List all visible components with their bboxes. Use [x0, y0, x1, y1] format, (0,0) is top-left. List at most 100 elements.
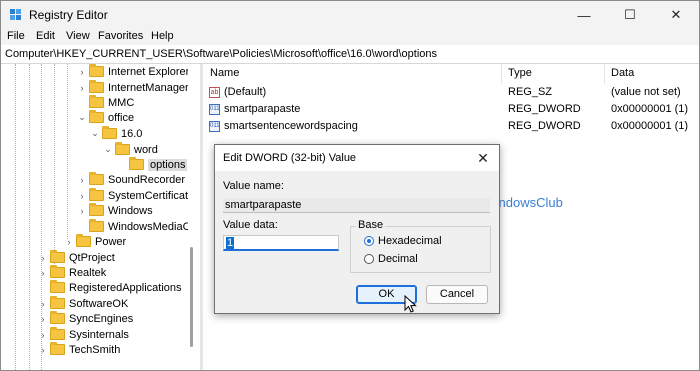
folder-icon: [89, 219, 104, 232]
value-type: REG_DWORD: [508, 120, 581, 132]
chevron-down-icon[interactable]: ⌄: [90, 128, 100, 139]
tree-item-label: MMC: [108, 96, 135, 109]
chevron-down-icon[interactable]: ⌄: [103, 144, 113, 155]
tree-item-syncengines[interactable]: › SyncEngines: [38, 311, 133, 326]
value-name-field[interactable]: smartparapaste: [223, 198, 490, 213]
value-row-default[interactable]: ab (Default) REG_SZ (value not set): [204, 85, 699, 101]
tree-guide-line: [29, 64, 30, 370]
column-header-name[interactable]: Name: [210, 67, 239, 79]
address-path[interactable]: Computer\HKEY_CURRENT_USER\Software\Poli…: [5, 48, 437, 60]
tree-item-techsmith[interactable]: › TechSmith: [38, 342, 120, 357]
column-divider[interactable]: [501, 64, 502, 84]
tree-item-power[interactable]: › Power: [64, 234, 126, 249]
chevron-right-icon[interactable]: ›: [38, 314, 48, 324]
radio-hexadecimal-label: Hexadecimal: [378, 235, 442, 247]
folder-icon: [89, 95, 104, 108]
tree-item-label: Internet Explorer: [108, 65, 190, 78]
folder-icon: [50, 327, 65, 340]
value-data: 0x00000001 (1): [611, 120, 689, 132]
tree-item-label: RegisteredApplications: [69, 281, 182, 294]
chevron-right-icon[interactable]: ›: [77, 83, 87, 93]
value-row-smartsentencewordspacing[interactable]: 011 smartsentencewordspacing REG_DWORD 0…: [204, 119, 699, 135]
chevron-right-icon[interactable]: ›: [77, 206, 87, 216]
tree-item-label: options: [148, 158, 188, 171]
menu-bar: File Edit View Favorites Help: [1, 29, 699, 45]
folder-icon: [89, 203, 104, 216]
registry-tree: › Internet Explorer › InternetManager MM…: [1, 64, 198, 370]
chevron-right-icon[interactable]: ›: [38, 345, 48, 355]
menu-file[interactable]: File: [7, 30, 25, 42]
dialog-title-bar: Edit DWORD (32-bit) Value ✕: [215, 145, 499, 171]
chevron-right-icon[interactable]: ›: [38, 299, 48, 309]
radio-selected-icon[interactable]: [364, 236, 374, 246]
chevron-down-icon[interactable]: ⌄: [77, 112, 87, 123]
tree-item-label: office: [108, 111, 135, 124]
radio-decimal[interactable]: Decimal: [364, 252, 418, 266]
column-header-data[interactable]: Data: [611, 67, 634, 79]
value-data: (value not set): [611, 86, 681, 98]
chevron-right-icon[interactable]: ›: [77, 175, 87, 185]
tree-item-systemcertificates[interactable]: › SystemCertificate: [77, 188, 194, 203]
folder-icon: [50, 265, 65, 278]
address-bar[interactable]: Computer\HKEY_CURRENT_USER\Software\Poli…: [1, 46, 699, 64]
tree-guide-line: [15, 64, 16, 370]
minimize-button[interactable]: —: [561, 1, 607, 29]
tree-item-qtproject[interactable]: › QtProject: [38, 250, 115, 265]
value-data-field[interactable]: 1: [223, 235, 339, 251]
tree-item-office[interactable]: ⌄ office: [77, 110, 134, 125]
chevron-right-icon[interactable]: ›: [77, 191, 87, 201]
binary-value-icon: 011: [209, 104, 220, 115]
menu-help[interactable]: Help: [151, 30, 174, 42]
tree-item-label: WindowsMediaC: [108, 220, 191, 233]
tree-item-internetmanager[interactable]: › InternetManager: [77, 80, 189, 95]
chevron-right-icon[interactable]: ›: [77, 67, 87, 77]
menu-favorites[interactable]: Favorites: [98, 30, 143, 42]
column-divider[interactable]: [604, 64, 605, 84]
radio-unselected-icon[interactable]: [364, 254, 374, 264]
tree-item-realtek[interactable]: › Realtek: [38, 265, 106, 280]
menu-edit[interactable]: Edit: [36, 30, 55, 42]
cancel-button[interactable]: Cancel: [426, 285, 488, 304]
tree-item-soundrecorder[interactable]: › SoundRecorder: [77, 172, 185, 187]
value-data: 0x00000001 (1): [611, 103, 689, 115]
tree-scrollbar[interactable]: [188, 64, 194, 370]
tree-item-softwareok[interactable]: › SoftwareOK: [38, 296, 128, 311]
value-row-smartparapaste[interactable]: 011 smartparapaste REG_DWORD 0x00000001 …: [204, 102, 699, 118]
tree-item-options[interactable]: options: [117, 157, 188, 172]
maximize-button[interactable]: ☐: [607, 1, 653, 29]
chevron-right-icon[interactable]: ›: [38, 253, 48, 263]
folder-icon: [50, 250, 65, 263]
binary-value-icon: 011: [209, 121, 220, 132]
tree-item-windows[interactable]: › Windows: [77, 203, 153, 218]
tree-item-mmc[interactable]: MMC: [77, 95, 134, 110]
column-header-type[interactable]: Type: [508, 67, 532, 79]
tree-item-label: 16.0: [121, 127, 143, 140]
chevron-right-icon[interactable]: ›: [38, 330, 48, 340]
folder-icon: [50, 342, 65, 355]
radio-hexadecimal[interactable]: Hexadecimal: [364, 234, 442, 248]
tree-item-label: SyncEngines: [69, 312, 134, 325]
tree-item-registeredapplications[interactable]: RegisteredApplications: [38, 280, 182, 295]
menu-view[interactable]: View: [66, 30, 90, 42]
tree-item-windowsmediacenter[interactable]: WindowsMediaC: [77, 219, 191, 234]
close-button[interactable]: ✕: [653, 1, 699, 29]
registry-editor-icon: [10, 9, 21, 20]
tree-item-label: Sysinternals: [69, 328, 129, 341]
folder-open-icon: [129, 157, 144, 170]
radio-decimal-label: Decimal: [378, 253, 418, 265]
dialog-close-button[interactable]: ✕: [473, 148, 493, 168]
tree-item-sysinternals[interactable]: › Sysinternals: [38, 327, 129, 342]
value-type: REG_DWORD: [508, 103, 581, 115]
tree-item-word[interactable]: ⌄ word: [103, 142, 158, 157]
string-value-icon: ab: [209, 87, 220, 98]
value-type: REG_SZ: [508, 86, 553, 98]
tree-item-16-0[interactable]: ⌄ 16.0: [90, 126, 142, 141]
chevron-right-icon[interactable]: ›: [64, 237, 74, 247]
value-name: smartsentencewordspacing: [224, 120, 358, 132]
folder-icon: [102, 126, 117, 139]
folder-icon: [50, 311, 65, 324]
tree-item-internet-explorer[interactable]: › Internet Explorer: [77, 64, 189, 79]
pane-splitter[interactable]: [200, 64, 203, 370]
chevron-right-icon[interactable]: ›: [38, 268, 48, 278]
tree-scrollbar-thumb[interactable]: [190, 247, 193, 347]
